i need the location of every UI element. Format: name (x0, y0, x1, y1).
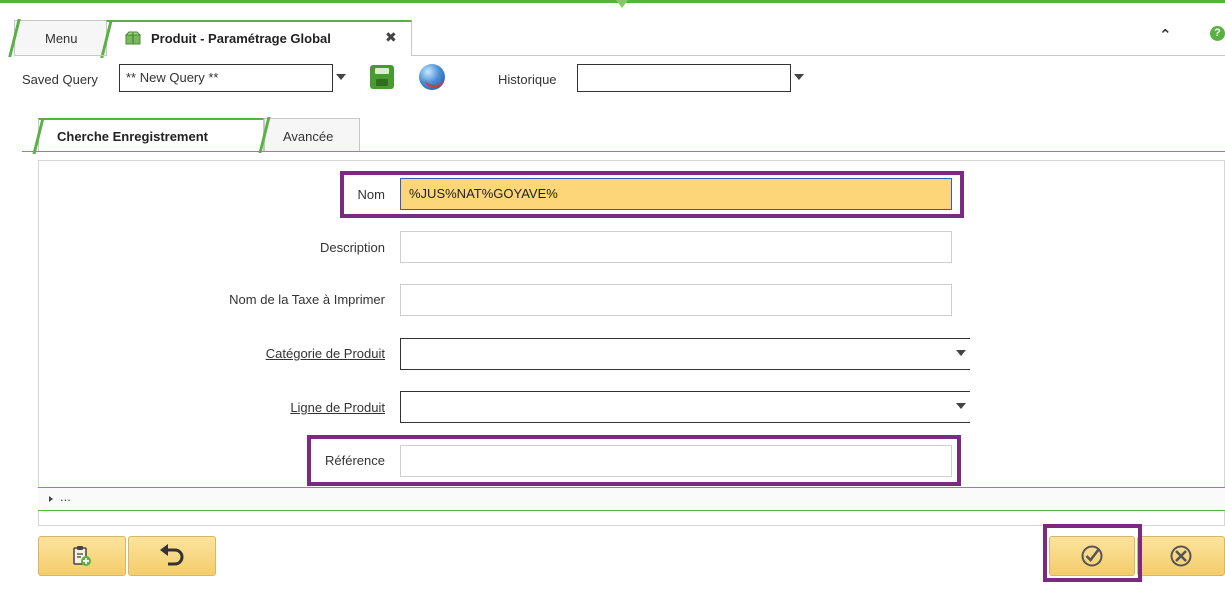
categorie-dropdown-arrow-icon[interactable] (956, 350, 966, 356)
window-tab-menu[interactable]: Menu (8, 19, 110, 57)
description-input[interactable] (400, 231, 952, 263)
undo-icon (160, 544, 184, 566)
tab-cherche-label: Cherche Enregistrement (57, 129, 208, 144)
saved-query-dropdown-arrow-icon[interactable] (336, 74, 346, 80)
globe-icon[interactable] (419, 64, 445, 90)
search-tab-baseline (22, 151, 1225, 152)
window-tab-produit-label: Produit - Paramétrage Global (151, 31, 331, 46)
tab-avancee-label: Avancée (283, 129, 334, 144)
x-circle-icon (1170, 545, 1192, 567)
historique-dropdown-arrow-icon[interactable] (794, 74, 804, 80)
field-label-description: Description (319, 240, 385, 255)
historique-label: Historique (498, 72, 557, 87)
new-record-button[interactable] (38, 536, 126, 576)
highlight-reference (307, 435, 961, 486)
help-icon[interactable]: ? (1210, 26, 1225, 41)
expand-triangle-icon (49, 496, 53, 502)
top-notch (616, 0, 628, 8)
chevrons-up-icon[interactable]: ⌃ (1159, 26, 1172, 44)
highlight-nom (340, 171, 964, 218)
expander-label: ... (60, 489, 71, 504)
nom-taxe-input[interactable] (400, 284, 952, 316)
tab-slash (32, 118, 45, 154)
categorie-select[interactable] (400, 338, 970, 370)
cancel-button[interactable] (1137, 536, 1225, 576)
field-label-nom-taxe: Nom de la Taxe à Imprimer (229, 292, 385, 307)
undo-button[interactable] (128, 536, 216, 576)
product-box-icon (125, 31, 141, 45)
ligne-select[interactable] (400, 391, 970, 423)
window-tab-produit[interactable]: Produit - Paramétrage Global ✖ (100, 20, 412, 58)
window-tab-menu-label: Menu (45, 31, 78, 46)
tab-cherche-enregistrement[interactable]: Cherche Enregistrement (32, 118, 264, 154)
top-accent-line (0, 0, 1225, 8)
saved-query-select[interactable]: ** New Query ** (119, 64, 333, 92)
tab-avancee[interactable]: Avancée (258, 117, 360, 153)
tab-slash (8, 19, 21, 57)
new-record-icon (73, 546, 91, 566)
field-label-ligne[interactable]: Ligne de Produit (290, 400, 385, 415)
window-tab-active-gap (107, 54, 411, 56)
ligne-dropdown-arrow-icon[interactable] (956, 403, 966, 409)
saved-query-label: Saved Query (22, 72, 98, 87)
field-label-categorie[interactable]: Catégorie de Produit (266, 346, 385, 361)
highlight-ok-button (1043, 524, 1142, 582)
advanced-expander[interactable]: ... (38, 487, 1225, 511)
save-icon[interactable] (370, 65, 394, 89)
close-tab-icon[interactable]: ✖ (385, 29, 397, 46)
historique-select[interactable] (577, 64, 791, 92)
